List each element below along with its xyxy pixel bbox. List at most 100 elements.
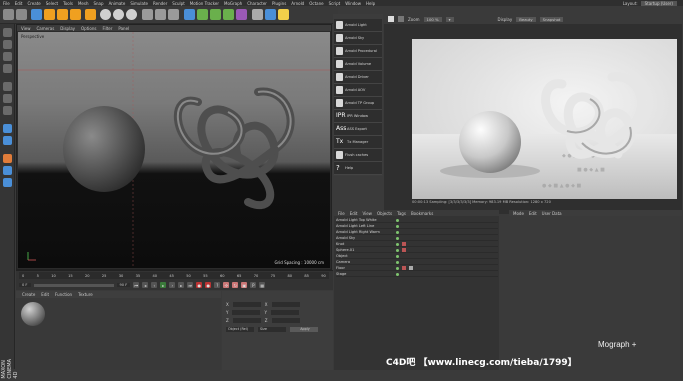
record-icon[interactable]: ● [196,282,203,288]
move-icon[interactable] [44,9,55,20]
object-row[interactable]: Arnold Sky [336,236,498,242]
obj-menu-objects[interactable]: Objects [377,211,392,216]
texture-mode-icon[interactable] [3,52,12,61]
zoom-field[interactable]: 100 % [423,16,442,22]
size-z-field[interactable] [271,317,300,323]
obj-menu-tags[interactable]: Tags [397,211,406,216]
redo-icon[interactable] [16,9,27,20]
object-row[interactable]: Arnold Light Left Line [336,224,498,230]
object-row[interactable]: Arnold Light Right Warm [336,230,498,236]
mat-menu-texture[interactable]: Texture [78,292,93,297]
material-tag-icon[interactable] [402,248,406,253]
axis-z-icon[interactable] [126,9,137,20]
go-start-icon[interactable]: ⏮ [133,282,140,288]
key-selection-icon[interactable]: ? [214,282,221,288]
layout-value[interactable]: Startup (User) [640,0,677,6]
make-editable-icon[interactable] [3,28,12,37]
visibility-icon[interactable] [396,254,399,258]
timeline[interactable]: 0 5 10 15 20 25 30 35 40 45 50 55 60 65 … [16,270,333,290]
sculpt-icon[interactable] [3,154,12,163]
pos-y-field[interactable] [232,309,261,315]
key-pla-icon[interactable]: ▦ [259,282,266,288]
flush-caches-item[interactable]: Flush caches [334,149,382,162]
menu-simulate[interactable]: Simulate [130,1,148,6]
axis-x-icon[interactable] [100,9,111,20]
undo-icon[interactable] [3,9,14,20]
viewport-menu-options[interactable]: Options [81,26,96,31]
menu-animate[interactable]: Animate [109,1,126,6]
key-position-icon[interactable]: ✣ [223,282,230,288]
arnold-procedural-item[interactable]: Arnold Procedural [334,45,382,58]
coord-mode-dropdown[interactable]: Object (Rel) [226,326,254,332]
play-icon[interactable] [388,16,394,22]
obj-menu-edit[interactable]: Edit [350,211,358,216]
pen-icon[interactable] [197,9,208,20]
next-frame-icon[interactable]: › [169,282,176,288]
arnold-light-item[interactable]: Arnold Light [334,19,382,32]
object-row[interactable]: Object [336,254,498,260]
light-icon[interactable] [278,9,289,20]
menu-motion-tracker[interactable]: Motion Tracker [190,1,219,6]
visibility-icon[interactable] [396,260,399,264]
menu-render[interactable]: Render [153,1,167,6]
snapshot-button[interactable]: Snapshot [539,16,564,22]
viewport-menu-panel[interactable]: Panel [118,26,129,31]
menu-select[interactable]: Select [46,1,58,6]
current-frame-field[interactable]: 0 F [19,283,31,287]
edges-mode-icon[interactable] [3,94,12,103]
coord-icon[interactable] [85,9,96,20]
mat-menu-edit[interactable]: Edit [41,292,49,297]
mat-menu-create[interactable]: Create [22,292,35,297]
material-swatch[interactable] [20,301,46,327]
object-row[interactable]: Knot [336,242,498,248]
menu-edit[interactable]: Edit [15,1,23,6]
snap-icon[interactable] [3,124,12,133]
model-mode-icon[interactable] [3,40,12,49]
points-mode-icon[interactable] [3,82,12,91]
timeline-ruler[interactable]: 0 5 10 15 20 25 30 35 40 45 50 55 60 65 … [19,272,329,279]
visibility-icon[interactable] [396,242,399,246]
viewport-menu-view[interactable]: View [21,26,31,31]
visibility-icon[interactable] [396,230,399,234]
workplane-icon[interactable] [3,64,12,73]
visibility-icon[interactable] [396,272,399,276]
menu-octane[interactable]: Octane [309,1,323,6]
deformer-icon[interactable] [236,9,247,20]
material-tag-icon[interactable] [402,266,406,271]
menu-snap[interactable]: Snap [93,1,103,6]
arnold-tp-group-item[interactable]: Arnold TP Group [334,97,382,110]
scale-icon[interactable] [57,9,68,20]
key-rotation-icon[interactable]: ↻ [232,282,239,288]
viewport-menu-cameras[interactable]: Cameras [37,26,55,31]
size-y-field[interactable] [270,309,299,315]
ipr-render-image[interactable]: ◆ ● ▲ ■ ◆ ● ■ ● ◆ ▲ ■ ● ◆ ■ ▲ ● ◆ ■ [412,39,677,199]
select-icon[interactable] [31,9,42,20]
camera-icon[interactable] [265,9,276,20]
layout-selector[interactable]: Layout: Startup (User) [623,0,677,6]
key-scale-icon[interactable]: ▣ [241,282,248,288]
attr-menu-mode[interactable]: Mode [513,211,524,216]
viewport-menu-display[interactable]: Display [60,26,75,31]
arnold-volume-item[interactable]: Arnold Volume [334,58,382,71]
menu-script[interactable]: Script [329,1,341,6]
menu-file[interactable]: File [3,1,10,6]
rotate-icon[interactable] [70,9,81,20]
ass-export-item[interactable]: Ass ASS Export [334,123,382,136]
object-row[interactable]: Arnold Light Top White [336,218,498,224]
size-x-field[interactable] [271,301,300,307]
obj-menu-view[interactable]: View [362,211,372,216]
polygons-mode-icon[interactable] [3,106,12,115]
render-region-icon[interactable] [142,9,153,20]
axis-icon[interactable] [3,136,12,145]
help-item[interactable]: ? Help [334,162,382,175]
viewport-menu-filter[interactable]: Filter [102,26,112,31]
menu-mograph[interactable]: MoGraph [224,1,242,6]
tx-manager-item[interactable]: Tx Tx Manager [334,136,382,149]
go-end-icon[interactable]: ⏭ [187,282,194,288]
arnold-sky-item[interactable]: Arnold Sky [334,32,382,45]
visibility-icon[interactable] [396,248,399,252]
pos-z-field[interactable] [232,317,261,323]
grid-icon[interactable] [3,178,12,187]
play-icon[interactable]: ▸ [160,282,167,288]
attr-menu-user-data[interactable]: User Data [542,211,562,216]
